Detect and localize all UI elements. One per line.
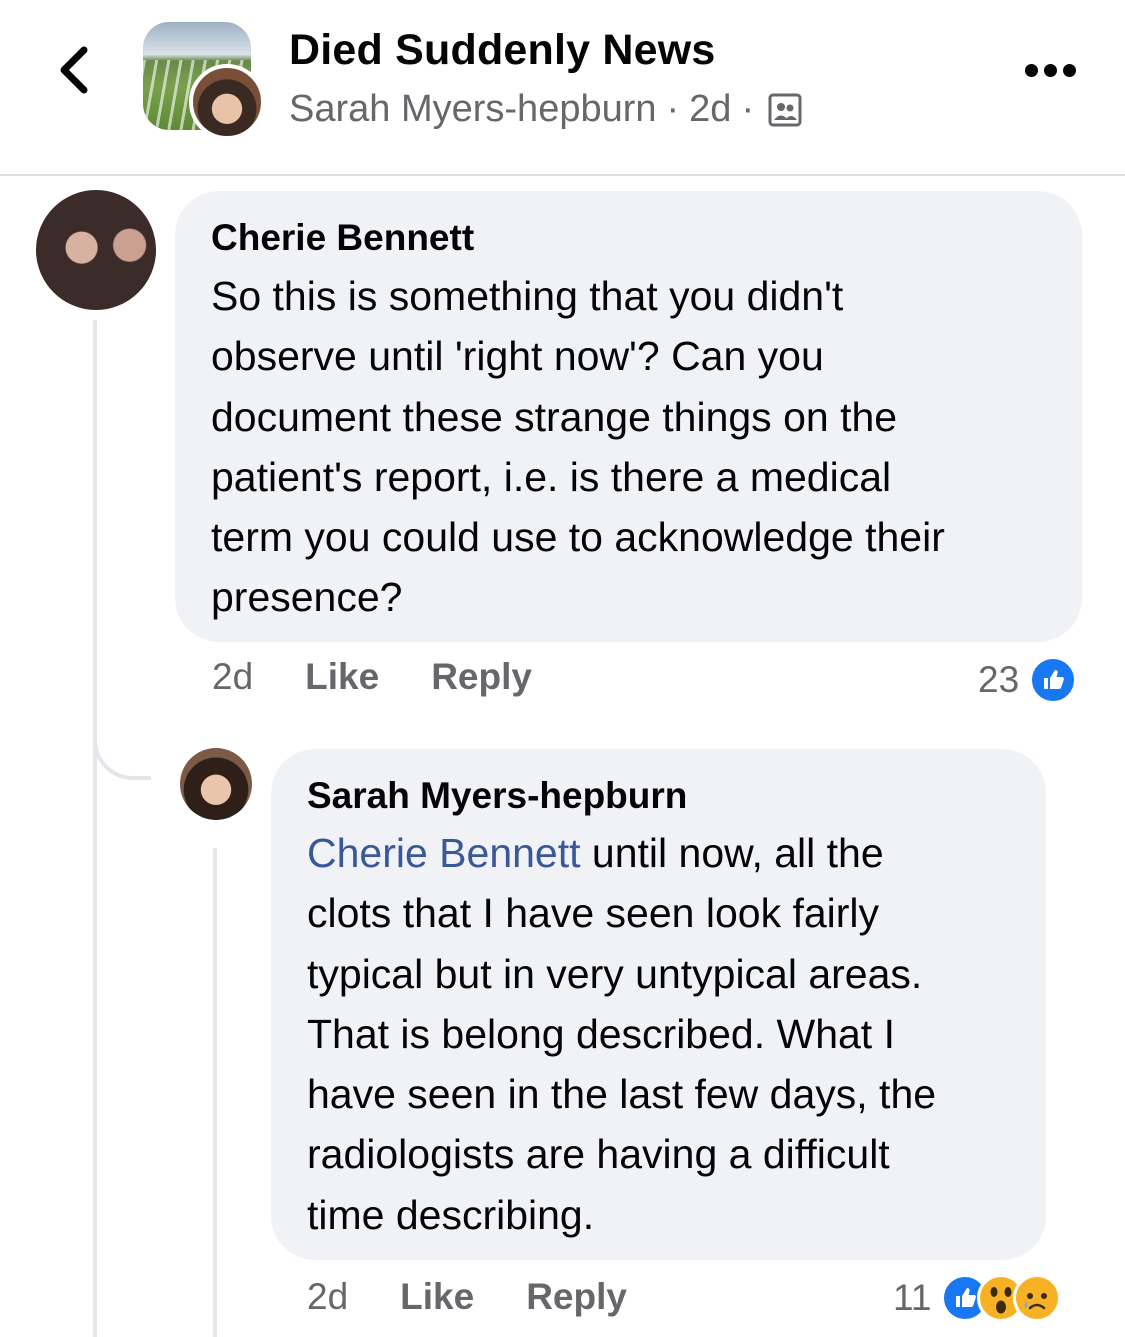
comment-author[interactable]: Cherie Bennett bbox=[211, 217, 474, 259]
comment-bubble: Cherie Bennett So this is something that… bbox=[175, 191, 1082, 642]
comment-actions: 2d Like Reply bbox=[212, 656, 584, 698]
comment-text: So this is something that you didn't obs… bbox=[211, 266, 1071, 628]
meta-separator: · bbox=[741, 88, 755, 130]
like-button[interactable]: Like bbox=[400, 1276, 474, 1318]
comment-line: presence? bbox=[211, 574, 403, 621]
comment-time[interactable]: 2d bbox=[307, 1276, 348, 1318]
back-button[interactable] bbox=[48, 40, 98, 100]
reaction-count: 11 bbox=[893, 1277, 932, 1318]
reply-button[interactable]: Reply bbox=[431, 656, 532, 698]
reaction-count: 23 bbox=[978, 659, 1020, 700]
comment-time[interactable]: 2d bbox=[212, 656, 253, 698]
comment-line: Cherie Bennett until now, all the bbox=[307, 823, 1027, 883]
meta-separator: · bbox=[666, 88, 680, 130]
like-reaction-icon bbox=[1029, 656, 1078, 704]
poster-avatar[interactable] bbox=[189, 64, 265, 140]
comment-line: So this is something that you didn't bbox=[211, 273, 844, 319]
comment-bubble: Sarah Myers-hepburn Cherie Bennett until… bbox=[271, 749, 1046, 1260]
comment-line: term you could use to acknowledge their bbox=[211, 514, 945, 561]
reaction-summary[interactable]: 11 bbox=[893, 1274, 1062, 1322]
comment-line: That is belong described. What I bbox=[307, 1010, 895, 1057]
comment-line: observe until 'right now'? Can you bbox=[211, 333, 824, 380]
reply-button[interactable]: Reply bbox=[526, 1276, 627, 1318]
comment-text: Cherie Bennett until now, all the clots … bbox=[307, 823, 1027, 1245]
comment-line: typical but in very untypical areas. bbox=[307, 950, 923, 997]
comment-actions: 2d Like Reply bbox=[307, 1276, 679, 1318]
chevron-left-icon bbox=[60, 46, 88, 94]
thread-connector bbox=[93, 700, 151, 780]
comment-line: clots that I have seen look fairly bbox=[307, 890, 880, 937]
comment-line: radiologists are having a difficult bbox=[307, 1131, 890, 1178]
post-meta: Sarah Myers-hepburn · 2d · bbox=[289, 88, 802, 131]
like-button[interactable]: Like bbox=[305, 656, 379, 698]
comment-line: have seen in the last few days, the bbox=[307, 1071, 937, 1118]
post-header: Died Suddenly News Sarah Myers-hepburn ·… bbox=[0, 0, 1125, 176]
post-age[interactable]: 2d bbox=[689, 88, 731, 131]
comment-line-rest: until now, all the bbox=[580, 830, 884, 876]
sad-reaction-icon bbox=[1013, 1274, 1062, 1322]
poster-name[interactable]: Sarah Myers-hepburn bbox=[289, 88, 657, 131]
more-options-button[interactable] bbox=[1025, 58, 1085, 82]
mention-link[interactable]: Cherie Bennett bbox=[307, 830, 581, 876]
commenter-avatar[interactable] bbox=[36, 190, 156, 310]
comment-line: document these strange things on the bbox=[211, 393, 898, 440]
group-members-icon bbox=[768, 93, 802, 126]
thread-line bbox=[213, 848, 217, 1337]
commenter-avatar[interactable] bbox=[180, 748, 252, 820]
more-dots-icon bbox=[1025, 63, 1038, 77]
thread-line bbox=[93, 320, 97, 1337]
reaction-summary[interactable]: 23 bbox=[978, 656, 1078, 704]
comment-line: time describing. bbox=[307, 1191, 595, 1238]
comment-author[interactable]: Sarah Myers-hepburn bbox=[307, 775, 687, 817]
group-name[interactable]: Died Suddenly News bbox=[289, 26, 716, 75]
comment-line: patient's report, i.e. is there a medica… bbox=[211, 453, 892, 500]
